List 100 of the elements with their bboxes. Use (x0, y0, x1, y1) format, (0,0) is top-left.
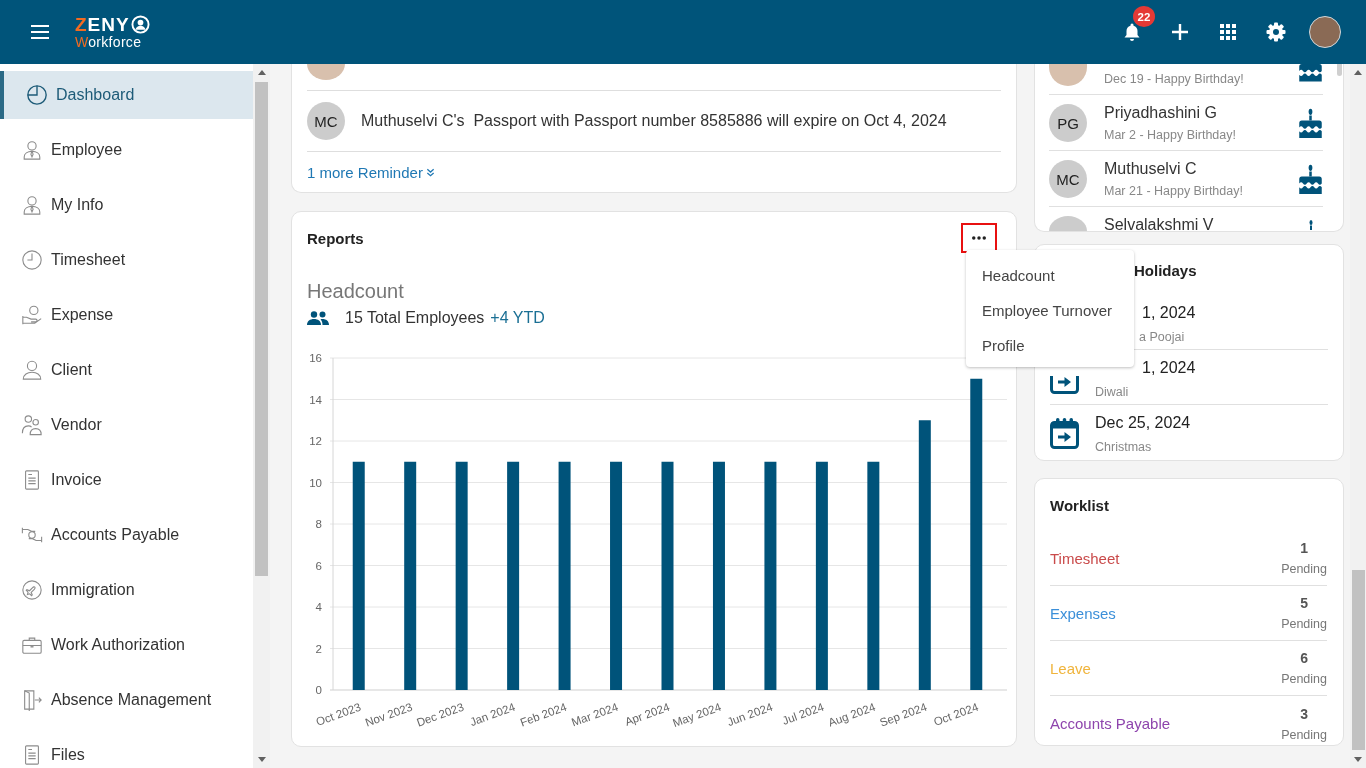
employee-count: 15 Total Employees (345, 309, 485, 327)
axis-label: 4 (315, 601, 322, 613)
person-circle-icon (130, 15, 150, 34)
menu-item[interactable]: Profile (966, 328, 1134, 363)
sidebar-item[interactable]: Files (0, 731, 253, 768)
holiday-name: Christmas (1095, 439, 1153, 456)
pending-count: 6 (1300, 649, 1308, 667)
pending-count: 5 (1300, 594, 1308, 612)
notification-badge: 22 (1133, 6, 1155, 27)
worklist-link[interactable]: Timesheet (1050, 549, 1120, 567)
birthday-note: Mar 2 - Happy Birthday! (1104, 127, 1237, 144)
axis-label: Oct 2024 (932, 700, 980, 728)
scrollbar-thumb[interactable] (255, 82, 268, 576)
logo-tagline: Workforce (75, 34, 143, 50)
apps-grid-icon[interactable] (1220, 24, 1236, 40)
holiday-date: 1, 2024 (1142, 303, 1196, 323)
more-reminders-link[interactable]: 1 more Reminder (307, 163, 435, 181)
plus-icon[interactable] (1172, 24, 1188, 40)
sidebar-item[interactable]: Invoice (0, 456, 253, 504)
holiday-name: Diwali (1095, 384, 1130, 401)
more-dots-icon (972, 236, 986, 240)
person-icon (21, 194, 43, 216)
axis-label: 0 (315, 684, 322, 696)
worklist-link[interactable]: Expenses (1050, 604, 1116, 622)
cake-icon (1298, 108, 1323, 138)
axis-label: 14 (309, 393, 322, 406)
status-text: Pending (1281, 561, 1327, 577)
card-title: Worklist (1050, 496, 1109, 514)
hand-coin-icon (21, 304, 43, 326)
sidebar-item[interactable]: My Info (0, 181, 253, 229)
pie-chart-icon (26, 84, 48, 106)
axis-label: 6 (315, 559, 322, 572)
logo-text: ZENY (75, 14, 130, 35)
sidebar-item[interactable]: Work Authorization (0, 621, 253, 669)
caret-up-icon[interactable] (257, 70, 266, 75)
user-avatar[interactable] (1309, 16, 1341, 48)
initials-avatar: MC (1049, 160, 1087, 198)
settings-icon[interactable] (1266, 22, 1286, 42)
status-text: Pending (1281, 616, 1327, 632)
holiday-date: 1, 2024 (1142, 358, 1196, 378)
sidebar-item[interactable]: Timesheet (0, 236, 253, 284)
axis-label: 16 (309, 352, 322, 364)
initials-avatar: MC (307, 102, 345, 140)
axis-label: Jun 2024 (725, 700, 775, 729)
axis-label: 12 (309, 435, 322, 447)
axis-label: Nov 2023 (363, 700, 414, 729)
pending-count: 3 (1300, 704, 1308, 723)
chevrons-down-icon (425, 167, 435, 177)
birthday-note: Mar 21 - Happy Birthday! (1104, 183, 1244, 200)
axis-label: Apr 2024 (623, 700, 672, 728)
axis-label: Dec 2023 (414, 700, 466, 729)
holiday-date: Dec 25, 2024 (1095, 413, 1191, 433)
person-name: Muthuselvi C (1104, 159, 1198, 179)
people-icon (307, 311, 329, 325)
worklist-link[interactable]: Accounts Payable (1050, 715, 1171, 732)
chart-title: Headcount (307, 279, 405, 304)
calendar-arrow-icon (1050, 417, 1079, 449)
sidebar-item[interactable]: Vendor (0, 401, 253, 449)
sidebar-item[interactable]: Employee (0, 126, 253, 174)
holiday-name: a Poojai (1139, 329, 1186, 346)
reminder-text: Muthuselvi C's Passport with Passport number 8585886 will expire on Oct 4, 2024 (361, 112, 947, 130)
sidebar-item[interactable]: Dashboard (0, 71, 253, 119)
scrollbar-thumb[interactable] (1337, 64, 1342, 76)
axis-label: 8 (315, 518, 322, 530)
sidebar-item[interactable]: Accounts Payable (0, 511, 253, 559)
birthday-note: Dec 19 - Happy Birthday! (1104, 71, 1245, 88)
axis-label: 2 (315, 642, 322, 655)
axis-label: Mar 2024 (569, 700, 620, 729)
caret-down-icon[interactable] (257, 757, 266, 762)
menu-icon[interactable] (31, 25, 49, 39)
axis-label: Jan 2024 (468, 700, 517, 729)
cake-icon (1298, 164, 1323, 194)
door-arrow-icon (21, 689, 43, 711)
caret-up-icon[interactable] (1354, 70, 1362, 75)
sidebar-item[interactable]: Immigration (0, 566, 253, 614)
sidebar-item[interactable]: Absence Management (0, 676, 253, 724)
bell-icon[interactable] (1122, 22, 1142, 42)
card-title: Holidays (1134, 261, 1197, 279)
axis-label: Sep 2024 (878, 700, 929, 729)
scrollbar-thumb[interactable] (1351, 570, 1365, 750)
menu-item[interactable]: Employee Turnover (966, 293, 1134, 328)
calendar-arrow-icon (1050, 376, 1079, 394)
caret-down-icon[interactable] (1354, 757, 1362, 762)
sidebar-item[interactable]: Expense (0, 291, 253, 339)
axis-label: Feb 2024 (518, 700, 569, 729)
card-title: Reports (307, 229, 364, 247)
pending-count: 1 (1300, 539, 1308, 557)
person-icon (21, 139, 43, 161)
photo-placeholder (1049, 64, 1087, 86)
sidebar-item[interactable]: Client (0, 346, 253, 394)
status-text: Pending (1281, 671, 1327, 687)
airplane-icon (21, 579, 43, 601)
people-icon (21, 414, 43, 436)
briefcase-icon (21, 634, 43, 656)
axis-label: Jul 2024 (780, 700, 826, 727)
person-name: Selvalakshmi V (1104, 215, 1215, 231)
menu-item[interactable]: Headcount (966, 258, 1134, 293)
initials-avatar: PG (1049, 104, 1087, 142)
person-icon (21, 359, 43, 381)
ytd-change: +4 YTD (490, 309, 545, 327)
